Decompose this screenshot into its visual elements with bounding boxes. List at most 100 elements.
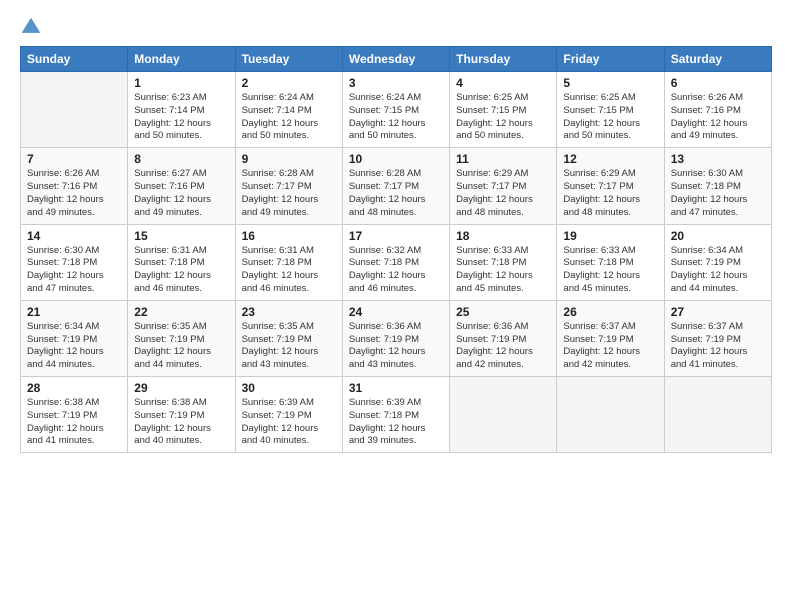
day-info: Sunrise: 6:36 AM Sunset: 7:19 PM Dayligh… <box>349 321 443 372</box>
calendar-week-row: 28Sunrise: 6:38 AM Sunset: 7:19 PM Dayli… <box>21 377 772 453</box>
day-number: 30 <box>242 381 336 395</box>
day-info: Sunrise: 6:33 AM Sunset: 7:18 PM Dayligh… <box>563 245 657 296</box>
day-number: 15 <box>134 229 228 243</box>
calendar-week-row: 7 Sunrise: 6:26 AM Sunset: 7:16 PM Daylig… <box>21 148 772 224</box>
calendar-day-header: Monday <box>128 47 235 72</box>
day-number: 3 <box>349 76 443 90</box>
day-info: Sunrise: 6:24 AM Sunset: 7:14 PM Dayligh… <box>242 92 336 143</box>
day-info: Sunrise: 6:23 AM Sunset: 7:14 PM Dayligh… <box>134 92 228 143</box>
day-info: Sunrise: 6:24 AM Sunset: 7:15 PM Dayligh… <box>349 92 443 143</box>
day-info: Sunrise: 6:29 AM Sunset: 7:17 PM Dayligh… <box>456 168 550 219</box>
day-info: Sunrise: 6:37 AM Sunset: 7:19 PM Dayligh… <box>671 321 765 372</box>
day-info: Sunrise: 6:27 AM Sunset: 7:16 PM Dayligh… <box>134 168 228 219</box>
day-number: 10 <box>349 152 443 166</box>
calendar-cell: 22 Sunrise: 6:35 AM Sunset: 7:19 PM Dayli… <box>128 300 235 376</box>
calendar-day-header: Sunday <box>21 47 128 72</box>
calendar-cell: 11 Sunrise: 6:29 AM Sunset: 7:17 PM Dayli… <box>450 148 557 224</box>
day-info: Sunrise: 6:34 AM Sunset: 7:19 PM Dayligh… <box>671 245 765 296</box>
calendar-cell: 27 Sunrise: 6:37 AM Sunset: 7:19 PM Dayli… <box>664 300 771 376</box>
calendar-cell: 13 Sunrise: 6:30 AM Sunset: 7:18 PM Dayli… <box>664 148 771 224</box>
day-info: Sunrise: 6:35 AM Sunset: 7:19 PM Dayligh… <box>242 321 336 372</box>
day-info: Sunrise: 6:37 AM Sunset: 7:19 PM Dayligh… <box>563 321 657 372</box>
calendar-day-header: Tuesday <box>235 47 342 72</box>
day-info: Sunrise: 6:31 AM Sunset: 7:18 PM Dayligh… <box>134 245 228 296</box>
day-info: Sunrise: 6:36 AM Sunset: 7:19 PM Dayligh… <box>456 321 550 372</box>
calendar-day-header: Friday <box>557 47 664 72</box>
calendar-cell: 8 Sunrise: 6:27 AM Sunset: 7:16 PM Daylig… <box>128 148 235 224</box>
calendar-cell: 9 Sunrise: 6:28 AM Sunset: 7:17 PM Daylig… <box>235 148 342 224</box>
calendar-cell: 2 Sunrise: 6:24 AM Sunset: 7:14 PM Daylig… <box>235 72 342 148</box>
day-number: 14 <box>27 229 121 243</box>
calendar-cell <box>450 377 557 453</box>
day-number: 18 <box>456 229 550 243</box>
calendar-cell: 7 Sunrise: 6:26 AM Sunset: 7:16 PM Daylig… <box>21 148 128 224</box>
day-number: 27 <box>671 305 765 319</box>
calendar-cell: 20 Sunrise: 6:34 AM Sunset: 7:19 PM Dayli… <box>664 224 771 300</box>
logo <box>20 16 46 38</box>
day-number: 12 <box>563 152 657 166</box>
day-number: 17 <box>349 229 443 243</box>
calendar-table: SundayMondayTuesdayWednesdayThursdayFrid… <box>20 46 772 453</box>
day-number: 4 <box>456 76 550 90</box>
day-number: 19 <box>563 229 657 243</box>
calendar-cell: 5 Sunrise: 6:25 AM Sunset: 7:15 PM Daylig… <box>557 72 664 148</box>
day-number: 11 <box>456 152 550 166</box>
day-info: Sunrise: 6:28 AM Sunset: 7:17 PM Dayligh… <box>242 168 336 219</box>
day-number: 22 <box>134 305 228 319</box>
header <box>20 16 772 38</box>
day-info: Sunrise: 6:38 AM Sunset: 7:19 PM Dayligh… <box>134 397 228 448</box>
day-info: Sunrise: 6:25 AM Sunset: 7:15 PM Dayligh… <box>563 92 657 143</box>
day-info: Sunrise: 6:38 AM Sunset: 7:19 PM Dayligh… <box>27 397 121 448</box>
day-number: 23 <box>242 305 336 319</box>
calendar-cell: 25 Sunrise: 6:36 AM Sunset: 7:19 PM Dayli… <box>450 300 557 376</box>
day-info: Sunrise: 6:34 AM Sunset: 7:19 PM Dayligh… <box>27 321 121 372</box>
day-number: 29 <box>134 381 228 395</box>
day-info: Sunrise: 6:28 AM Sunset: 7:17 PM Dayligh… <box>349 168 443 219</box>
day-number: 21 <box>27 305 121 319</box>
day-number: 13 <box>671 152 765 166</box>
day-number: 20 <box>671 229 765 243</box>
calendar-cell: 21 Sunrise: 6:34 AM Sunset: 7:19 PM Dayli… <box>21 300 128 376</box>
day-info: Sunrise: 6:33 AM Sunset: 7:18 PM Dayligh… <box>456 245 550 296</box>
day-number: 1 <box>134 76 228 90</box>
calendar-cell: 1 Sunrise: 6:23 AM Sunset: 7:14 PM Daylig… <box>128 72 235 148</box>
calendar-cell: 16Sunrise: 6:31 AM Sunset: 7:18 PM Dayli… <box>235 224 342 300</box>
calendar-day-header: Thursday <box>450 47 557 72</box>
day-info: Sunrise: 6:26 AM Sunset: 7:16 PM Dayligh… <box>671 92 765 143</box>
calendar-cell: 12 Sunrise: 6:29 AM Sunset: 7:17 PM Dayli… <box>557 148 664 224</box>
calendar-cell: 28Sunrise: 6:38 AM Sunset: 7:19 PM Dayli… <box>21 377 128 453</box>
day-info: Sunrise: 6:39 AM Sunset: 7:18 PM Dayligh… <box>349 397 443 448</box>
calendar-cell: 29 Sunrise: 6:38 AM Sunset: 7:19 PM Dayli… <box>128 377 235 453</box>
day-info: Sunrise: 6:25 AM Sunset: 7:15 PM Dayligh… <box>456 92 550 143</box>
calendar-cell: 4 Sunrise: 6:25 AM Sunset: 7:15 PM Daylig… <box>450 72 557 148</box>
calendar-cell: 30 Sunrise: 6:39 AM Sunset: 7:19 PM Dayli… <box>235 377 342 453</box>
calendar-day-header: Wednesday <box>342 47 449 72</box>
calendar-cell: 6Sunrise: 6:26 AM Sunset: 7:16 PM Daylig… <box>664 72 771 148</box>
day-number: 7 <box>27 152 121 166</box>
calendar-header-row: SundayMondayTuesdayWednesdayThursdayFrid… <box>21 47 772 72</box>
day-number: 16 <box>242 229 336 243</box>
calendar-cell: 26 Sunrise: 6:37 AM Sunset: 7:19 PM Dayli… <box>557 300 664 376</box>
day-number: 25 <box>456 305 550 319</box>
day-number: 24 <box>349 305 443 319</box>
calendar-week-row: 1 Sunrise: 6:23 AM Sunset: 7:14 PM Daylig… <box>21 72 772 148</box>
day-info: Sunrise: 6:35 AM Sunset: 7:19 PM Dayligh… <box>134 321 228 372</box>
calendar-cell <box>664 377 771 453</box>
day-info: Sunrise: 6:30 AM Sunset: 7:18 PM Dayligh… <box>671 168 765 219</box>
calendar-cell: 31Sunrise: 6:39 AM Sunset: 7:18 PM Dayli… <box>342 377 449 453</box>
day-number: 26 <box>563 305 657 319</box>
day-number: 5 <box>563 76 657 90</box>
calendar-cell: 3 Sunrise: 6:24 AM Sunset: 7:15 PM Daylig… <box>342 72 449 148</box>
day-number: 9 <box>242 152 336 166</box>
calendar-cell: 24 Sunrise: 6:36 AM Sunset: 7:19 PM Dayli… <box>342 300 449 376</box>
calendar-cell: 15 Sunrise: 6:31 AM Sunset: 7:18 PM Dayli… <box>128 224 235 300</box>
day-number: 8 <box>134 152 228 166</box>
day-info: Sunrise: 6:30 AM Sunset: 7:18 PM Dayligh… <box>27 245 121 296</box>
day-info: Sunrise: 6:26 AM Sunset: 7:16 PM Dayligh… <box>27 168 121 219</box>
day-info: Sunrise: 6:29 AM Sunset: 7:17 PM Dayligh… <box>563 168 657 219</box>
day-number: 2 <box>242 76 336 90</box>
day-info: Sunrise: 6:32 AM Sunset: 7:18 PM Dayligh… <box>349 245 443 296</box>
calendar-cell <box>21 72 128 148</box>
day-info: Sunrise: 6:39 AM Sunset: 7:19 PM Dayligh… <box>242 397 336 448</box>
calendar-day-header: Saturday <box>664 47 771 72</box>
